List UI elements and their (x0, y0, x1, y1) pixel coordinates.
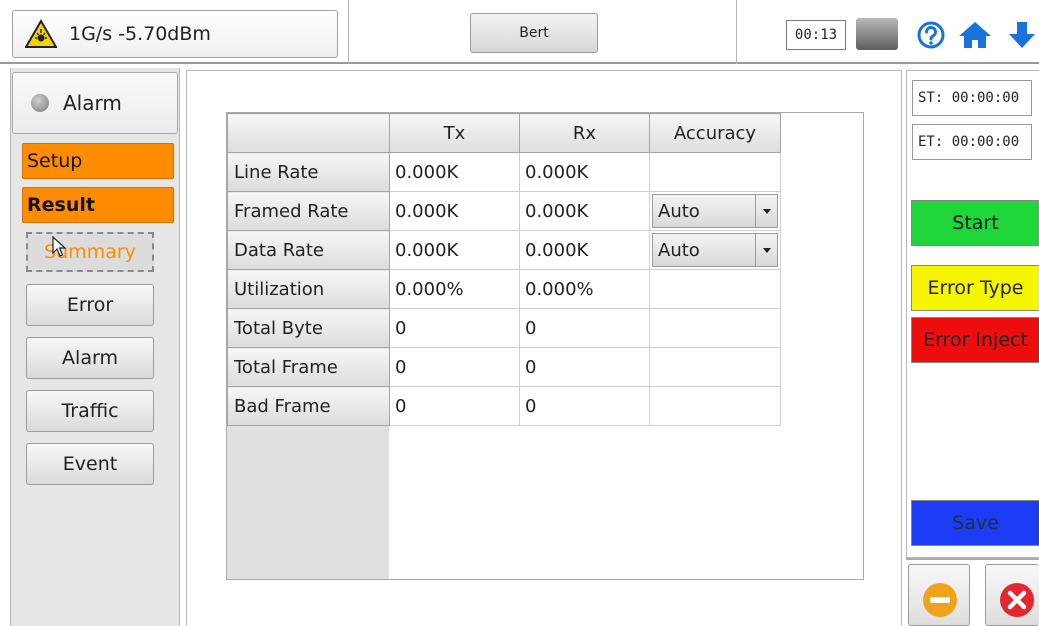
accuracy-select[interactable]: Auto (652, 233, 778, 267)
rx-value: 0 (519, 308, 650, 348)
result-tab[interactable]: Result (22, 187, 174, 223)
event-button[interactable]: Event (26, 443, 154, 485)
error-button[interactable]: Error (26, 284, 154, 326)
accuracy-cell (649, 308, 781, 348)
rx-value: 0.000K (519, 152, 650, 192)
mouse-cursor-icon (52, 236, 67, 257)
row-label: Framed Rate (227, 191, 390, 231)
error-type-button[interactable]: Error Type (911, 265, 1039, 311)
tx-value: 0.000K (389, 152, 520, 192)
accuracy-cell (649, 347, 781, 387)
accuracy-cell (649, 269, 781, 309)
traffic-button[interactable]: Traffic (26, 390, 154, 432)
alarm-led-icon (31, 94, 49, 112)
row-label: Bad Frame (227, 386, 390, 426)
accuracy-cell: Auto (649, 191, 781, 231)
table-row: Total Frame 0 0 (227, 347, 781, 387)
table-row: Bad Frame 0 0 (227, 386, 781, 426)
accuracy-cell (649, 386, 781, 426)
start-time-display: ST: 00:00:00 (912, 80, 1032, 116)
laser-warning-icon (25, 19, 57, 48)
accuracy-cell (649, 152, 781, 192)
close-button[interactable] (985, 564, 1039, 626)
row-label: Line Rate (227, 152, 390, 192)
column-header (227, 113, 390, 153)
tx-value: 0 (389, 347, 520, 387)
rx-value: 0.000K (519, 191, 650, 231)
top-bar: 1G/s -5.70dBm Bert 00:13 (0, 0, 1039, 64)
table-row: Data Rate 0.000K 0.000K Auto (227, 230, 781, 270)
column-header-rx: Rx (519, 113, 650, 153)
row-label: Total Frame (227, 347, 390, 387)
error-inject-button[interactable]: Error Inject (911, 317, 1039, 363)
divider (348, 0, 349, 64)
minus-circle-icon (923, 583, 957, 617)
battery-icon (856, 18, 898, 50)
divider (736, 0, 737, 64)
tx-value: 0.000K (389, 191, 520, 231)
rx-value: 0 (519, 347, 650, 387)
alarm-button[interactable]: Alarm (26, 337, 154, 379)
end-time-display: ET: 00:00:00 (912, 124, 1032, 160)
dropdown-arrow-icon[interactable] (755, 234, 777, 266)
row-label: Utilization (227, 269, 390, 309)
start-button[interactable]: Start (911, 200, 1039, 246)
mode-button[interactable]: Bert (470, 13, 598, 53)
rx-value: 0 (519, 386, 650, 426)
signal-status[interactable]: 1G/s -5.70dBm (12, 10, 338, 58)
table-row: Framed Rate 0.000K 0.000K Auto (227, 191, 781, 231)
accuracy-select-value: Auto (658, 200, 700, 222)
column-header-tx: Tx (389, 113, 520, 153)
save-button[interactable]: Save (911, 500, 1039, 546)
row-label: Data Rate (227, 230, 390, 270)
clock-display: 00:13 (786, 20, 846, 50)
alarm-indicator-label: Alarm (63, 91, 122, 115)
signal-text: 1G/s -5.70dBm (69, 23, 211, 45)
divider (906, 558, 1039, 560)
down-arrow-icon[interactable] (1006, 20, 1038, 50)
minimize-button[interactable] (908, 564, 970, 626)
table-header-row: Tx Rx Accuracy (227, 113, 781, 153)
table-row: Line Rate 0.000K 0.000K (227, 152, 781, 192)
home-icon[interactable] (958, 20, 992, 50)
alarm-indicator[interactable]: Alarm (12, 72, 178, 134)
dropdown-arrow-icon[interactable] (755, 195, 777, 227)
tx-value: 0.000% (389, 269, 520, 309)
rx-value: 0.000% (519, 269, 650, 309)
tx-value: 0 (389, 308, 520, 348)
tx-value: 0 (389, 386, 520, 426)
table-row: Total Byte 0 0 (227, 308, 781, 348)
column-header-accuracy: Accuracy (649, 113, 781, 153)
help-icon[interactable] (916, 20, 946, 50)
accuracy-select[interactable]: Auto (652, 194, 778, 228)
close-icon (1000, 583, 1034, 617)
row-label: Total Byte (227, 308, 390, 348)
summary-table: Tx Rx Accuracy Line Rate 0.000K 0.000K F… (227, 113, 781, 426)
accuracy-select-value: Auto (658, 239, 700, 261)
rx-value: 0.000K (519, 230, 650, 270)
setup-tab[interactable]: Setup (22, 143, 174, 179)
tx-value: 0.000K (389, 230, 520, 270)
table-row: Utilization 0.000% 0.000% (227, 269, 781, 309)
accuracy-cell: Auto (649, 230, 781, 270)
summary-button[interactable]: Summary (26, 232, 154, 272)
